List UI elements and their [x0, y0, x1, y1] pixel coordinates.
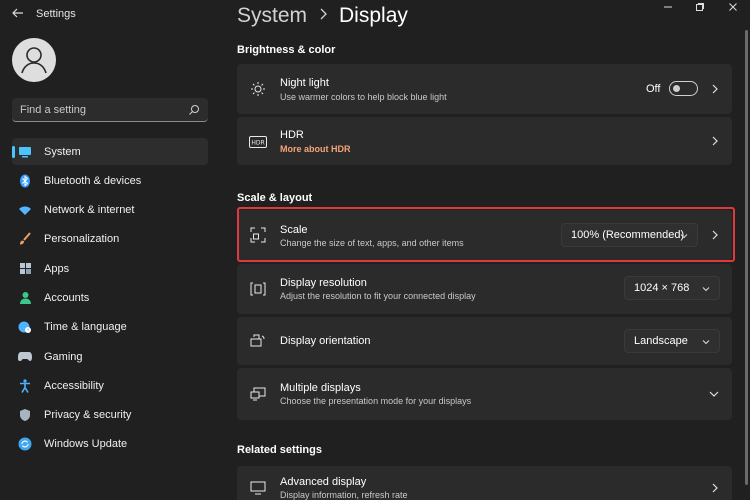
hdr-card[interactable]: HDR HDR More about HDR [237, 117, 732, 165]
night-light-title: Night light [280, 77, 329, 89]
controller-icon [18, 350, 32, 364]
multiple-displays-title: Multiple displays [280, 382, 361, 394]
chevron-right-icon[interactable] [710, 483, 720, 493]
sidebar-item-bluetooth[interactable]: Bluetooth & devices [12, 167, 208, 194]
sidebar-item-label: Privacy & security [44, 409, 132, 422]
search-input[interactable]: Find a setting [12, 98, 208, 122]
sidebar-item-system[interactable]: System [12, 138, 208, 165]
person-icon [18, 291, 32, 305]
sidebar-item-label: Bluetooth & devices [44, 174, 142, 187]
sidebar-item-label: Windows Update [44, 438, 128, 451]
breadcrumb-parent[interactable]: System [237, 4, 307, 28]
scrollbar[interactable] [745, 30, 748, 485]
display-orientation-title: Display orientation [280, 335, 371, 347]
brush-icon [18, 232, 32, 246]
sidebar-item-label: System [44, 145, 81, 158]
resolution-dropdown[interactable]: 1024 × 768 [624, 276, 720, 300]
chevron-right-icon[interactable] [710, 136, 720, 146]
svg-text:HDR: HDR [251, 140, 264, 147]
close-icon[interactable] [716, 0, 750, 14]
scale-highlight-box [237, 207, 735, 262]
back-arrow-icon[interactable] [8, 4, 28, 22]
sidebar-item-gaming[interactable]: Gaming [12, 343, 208, 370]
night-light-state: Off [646, 83, 661, 95]
monitor-outline-icon [249, 479, 267, 497]
multiple-displays-card[interactable]: Multiple displays Choose the presentatio… [237, 368, 732, 420]
globe-clock-icon [18, 320, 32, 334]
display-resolution-title: Display resolution [280, 277, 367, 289]
monitor-icon [18, 145, 32, 159]
orientation-value: Landscape [634, 335, 688, 347]
search-icon[interactable] [188, 103, 200, 115]
sidebar-item-time-language[interactable]: Time & language [12, 314, 208, 341]
advanced-display-subtitle: Display information, refresh rate [280, 490, 408, 500]
shield-icon [18, 408, 32, 422]
more-about-hdr-link[interactable]: More about HDR [280, 144, 351, 154]
hdr-title: HDR [280, 129, 304, 141]
avatar[interactable] [12, 38, 56, 82]
sidebar-item-network[interactable]: Network & internet [12, 197, 208, 224]
display-orientation-card[interactable]: Display orientation Landscape [237, 317, 732, 365]
maximize-icon[interactable] [683, 0, 717, 14]
sidebar-item-label: Network & internet [44, 204, 135, 217]
minimize-icon[interactable] [651, 0, 685, 14]
multiple-displays-icon [249, 385, 267, 403]
display-resolution-subtitle: Adjust the resolution to fit your connec… [280, 291, 476, 301]
hdr-icon: HDR [249, 133, 267, 151]
sidebar-nav: System Bluetooth & devices Network & int… [12, 138, 208, 460]
chevron-down-icon [702, 337, 710, 345]
section-related-settings: Related settings [237, 444, 322, 456]
chevron-down-icon[interactable] [709, 389, 719, 399]
sidebar-item-label: Accounts [44, 291, 90, 304]
apps-icon [18, 262, 32, 276]
orientation-dropdown[interactable]: Landscape [624, 329, 720, 353]
sidebar-item-label: Gaming [44, 350, 83, 363]
sidebar-item-personalization[interactable]: Personalization [12, 226, 208, 253]
section-brightness-color: Brightness & color [237, 44, 336, 56]
page-title: Display [339, 4, 408, 27]
chevron-right-icon [319, 7, 327, 25]
night-light-card[interactable]: Night light Use warmer colors to help bl… [237, 64, 732, 114]
advanced-display-title: Advanced display [280, 476, 367, 488]
sidebar-item-label: Apps [44, 262, 70, 275]
resolution-value: 1024 × 768 [634, 282, 690, 294]
sidebar-item-accounts[interactable]: Accounts [12, 284, 208, 311]
breadcrumb: System Display [237, 4, 408, 28]
advanced-display-card[interactable]: Advanced display Display information, re… [237, 466, 732, 500]
app-title: Settings [36, 8, 76, 20]
section-scale-layout: Scale & layout [237, 192, 313, 204]
chevron-right-icon[interactable] [710, 84, 720, 94]
search-placeholder: Find a setting [20, 104, 87, 116]
resolution-icon [249, 280, 267, 298]
chevron-down-icon [702, 284, 710, 292]
sidebar-item-label: Accessibility [44, 379, 104, 392]
sidebar-item-label: Time & language [44, 321, 127, 334]
night-light-subtitle: Use warmer colors to help block blue lig… [280, 92, 447, 102]
sidebar-item-apps[interactable]: Apps [12, 255, 208, 282]
sidebar-item-privacy[interactable]: Privacy & security [12, 402, 208, 429]
orientation-icon [249, 332, 267, 350]
wifi-icon [18, 203, 32, 217]
night-light-toggle[interactable] [669, 81, 698, 96]
accessibility-icon [18, 379, 32, 393]
sidebar-item-windows-update[interactable]: Windows Update [12, 431, 208, 458]
sidebar-item-label: Personalization [44, 233, 120, 246]
update-icon [18, 437, 32, 451]
multiple-displays-subtitle: Choose the presentation mode for your di… [280, 396, 472, 406]
sidebar-item-accessibility[interactable]: Accessibility [12, 372, 208, 399]
bluetooth-icon [18, 174, 32, 188]
display-resolution-card[interactable]: Display resolution Adjust the resolution… [237, 264, 732, 314]
sun-icon [249, 80, 267, 98]
